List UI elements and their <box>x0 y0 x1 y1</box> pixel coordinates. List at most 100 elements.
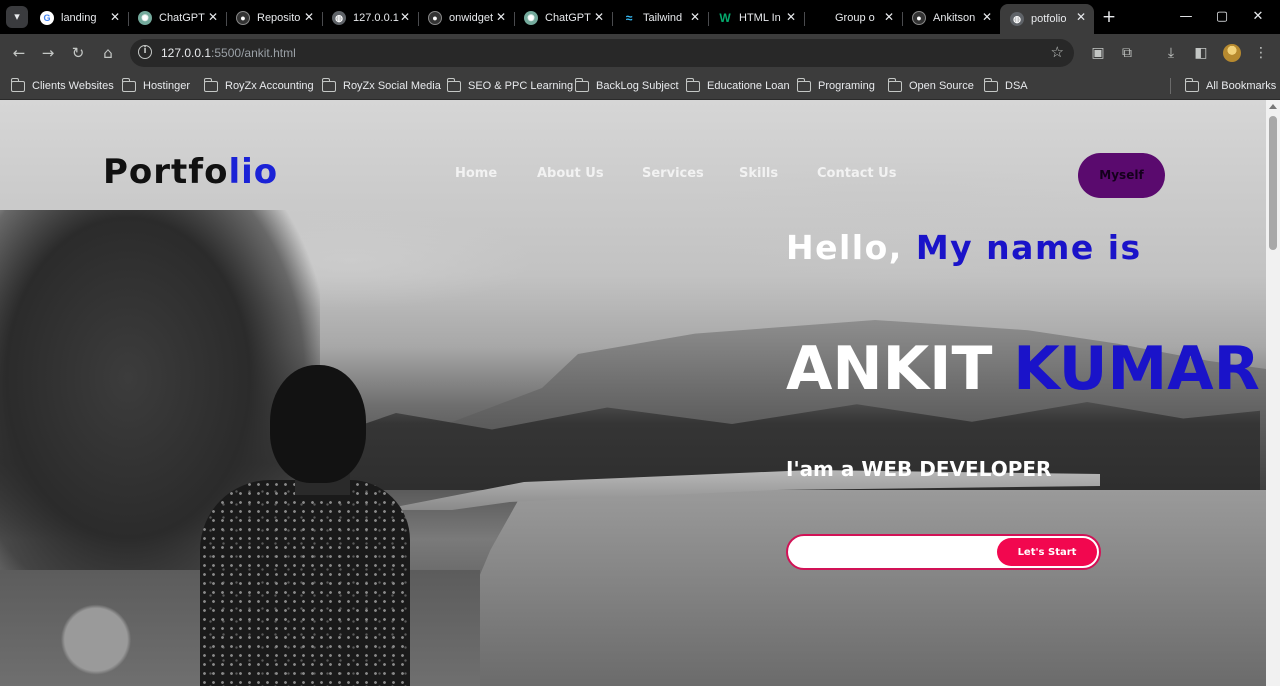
tab-title: HTML In <box>739 12 781 24</box>
github-icon: ● <box>236 11 250 25</box>
forward-icon[interactable]: → <box>37 42 59 64</box>
reload-icon[interactable]: ↻ <box>67 42 89 64</box>
tab-chatgpt[interactable]: ✺ ChatGPT ✕ <box>128 4 227 32</box>
hero-person-photo <box>200 365 410 686</box>
close-icon[interactable]: ✕ <box>688 10 702 24</box>
tab-strip: ▾ G landing ✕ ✺ ChatGPT ✕ ● Reposito ✕ ◍… <box>0 0 1280 34</box>
close-icon[interactable]: ✕ <box>206 10 220 24</box>
tab-group[interactable]: Group o ✕ <box>804 4 903 32</box>
myself-button[interactable]: Myself <box>1078 153 1165 198</box>
window-close-icon[interactable]: ✕ <box>1244 7 1272 27</box>
bookmark-folder[interactable]: RoyZx Social Media <box>321 77 441 94</box>
side-panel-icon[interactable]: ◧ <box>1191 43 1211 63</box>
w3schools-icon: W <box>719 11 731 25</box>
globe-icon: ◍ <box>1010 12 1024 26</box>
nav-home[interactable]: Home <box>455 166 497 181</box>
close-icon[interactable]: ✕ <box>784 10 798 24</box>
close-icon[interactable]: ✕ <box>980 10 994 24</box>
tab-repository[interactable]: ● Reposito ✕ <box>226 4 323 32</box>
nav-about-us[interactable]: About Us <box>537 166 604 181</box>
tab-ankitson[interactable]: ● Ankitson ✕ <box>902 4 1000 32</box>
scroll-up-icon[interactable] <box>1269 104 1277 109</box>
bookmark-folder[interactable]: RoyZx Accounting <box>203 77 314 94</box>
globe-icon: ◍ <box>332 11 346 25</box>
url-text[interactable]: 127.0.0.1:5500/ankit.html <box>161 46 296 60</box>
tab-html-input[interactable]: W HTML In ✕ <box>708 4 805 32</box>
lets-start-input[interactable] <box>798 542 988 562</box>
close-icon[interactable]: ✕ <box>398 10 412 24</box>
chatgpt-icon: ✺ <box>138 11 152 25</box>
site-logo[interactable]: Portfolio <box>103 152 278 192</box>
tab-landing[interactable]: G landing ✕ <box>30 4 129 32</box>
new-tab-icon[interactable]: + <box>1100 8 1118 26</box>
folder-icon <box>121 77 136 92</box>
bookmark-folder[interactable]: Clients Websites <box>10 77 114 94</box>
tab-onwidget[interactable]: ● onwidget ✕ <box>418 4 515 32</box>
tab-title: Ankitson <box>933 12 976 24</box>
site-info-icon[interactable]: i <box>138 45 152 59</box>
tab-title: Reposito <box>257 12 301 24</box>
bookmark-folder[interactable]: BackLog Subject <box>574 77 679 94</box>
download-icon[interactable]: ⤓ <box>1161 43 1181 63</box>
tab-title: ChatGPT <box>159 12 205 24</box>
folder-icon <box>446 77 461 92</box>
close-icon[interactable]: ✕ <box>882 10 896 24</box>
back-icon[interactable]: ← <box>8 42 30 64</box>
all-bookmarks-folder[interactable]: All Bookmarks <box>1184 77 1276 94</box>
extensions-puzzle-icon[interactable]: ⧉ <box>1117 43 1137 63</box>
folder-icon <box>685 77 700 92</box>
scrollbar-thumb[interactable] <box>1269 116 1277 250</box>
folder-icon <box>574 77 589 92</box>
tab-title: landing <box>61 12 97 24</box>
close-icon[interactable]: ✕ <box>302 10 316 24</box>
lets-start-button[interactable]: Let's Start <box>997 538 1097 566</box>
tab-localhost[interactable]: ◍ 127.0.0.1 ✕ <box>322 4 419 32</box>
close-icon[interactable]: ✕ <box>108 10 122 24</box>
tab-tailwind[interactable]: ≈ Tailwind ✕ <box>612 4 709 32</box>
tab-title: ChatGPT <box>545 12 591 24</box>
background-river <box>440 490 1266 686</box>
folder-icon <box>10 77 25 92</box>
bookmark-folder[interactable]: Educatione Loan <box>685 77 790 94</box>
bookmark-folder[interactable]: SEO & PPC Learning <box>446 77 573 94</box>
folder-icon <box>321 77 336 92</box>
bookmark-folder[interactable]: DSA <box>983 77 1028 94</box>
portfolio-hero: Portfolio Home About Us Services Skills … <box>0 100 1266 686</box>
maximize-icon[interactable]: ▢ <box>1208 7 1236 27</box>
browser-toolbar: ← → ↻ ⌂ i 127.0.0.1:5500/ankit.html ☆ ▣ … <box>0 34 1280 72</box>
tab-title: 127.0.0.1 <box>353 12 399 24</box>
folder-icon <box>983 77 998 92</box>
page-scrollbar[interactable] <box>1266 100 1280 686</box>
profile-avatar[interactable] <box>1223 44 1241 62</box>
nav-services[interactable]: Services <box>642 166 704 181</box>
home-icon[interactable]: ⌂ <box>97 42 119 64</box>
bookmark-folder[interactable]: Open Source <box>887 77 974 94</box>
folder-icon <box>796 77 811 92</box>
close-icon[interactable]: ✕ <box>1074 10 1088 24</box>
bookmark-folder[interactable]: Hostinger <box>121 77 190 94</box>
github-icon: ● <box>428 11 442 25</box>
tab-potfolio-active[interactable]: ◍ potfolio ✕ <box>1000 4 1094 34</box>
tab-title: Group o <box>835 12 875 24</box>
extension-icon[interactable]: ▣ <box>1088 43 1108 63</box>
tab-chatgpt-2[interactable]: ✺ ChatGPT ✕ <box>514 4 613 32</box>
tab-search-icon[interactable]: ▾ <box>6 6 28 28</box>
bookmark-star-icon[interactable]: ☆ <box>1051 43 1064 61</box>
tab-title: potfolio <box>1031 13 1067 25</box>
github-icon: ● <box>912 11 926 25</box>
nav-skills[interactable]: Skills <box>739 166 778 181</box>
hero-name: ANKIT KUMAR <box>786 334 1260 404</box>
address-bar[interactable]: i 127.0.0.1:5500/ankit.html ☆ <box>130 39 1074 67</box>
chatgpt-icon: ✺ <box>524 11 538 25</box>
bookmarks-bar: Clients Websites Hostinger RoyZx Account… <box>0 72 1280 100</box>
tab-title: onwidget <box>449 12 494 24</box>
close-icon[interactable]: ✕ <box>494 10 508 24</box>
minimize-icon[interactable]: — <box>1172 7 1200 27</box>
nav-contact-us[interactable]: Contact Us <box>817 166 896 181</box>
close-icon[interactable]: ✕ <box>592 10 606 24</box>
bookmarks-separator <box>1170 78 1171 94</box>
bookmark-folder[interactable]: Programing <box>796 77 875 94</box>
blank-icon <box>814 11 828 25</box>
menu-kebab-icon[interactable]: ⋮ <box>1251 43 1271 63</box>
folder-icon <box>203 77 218 92</box>
